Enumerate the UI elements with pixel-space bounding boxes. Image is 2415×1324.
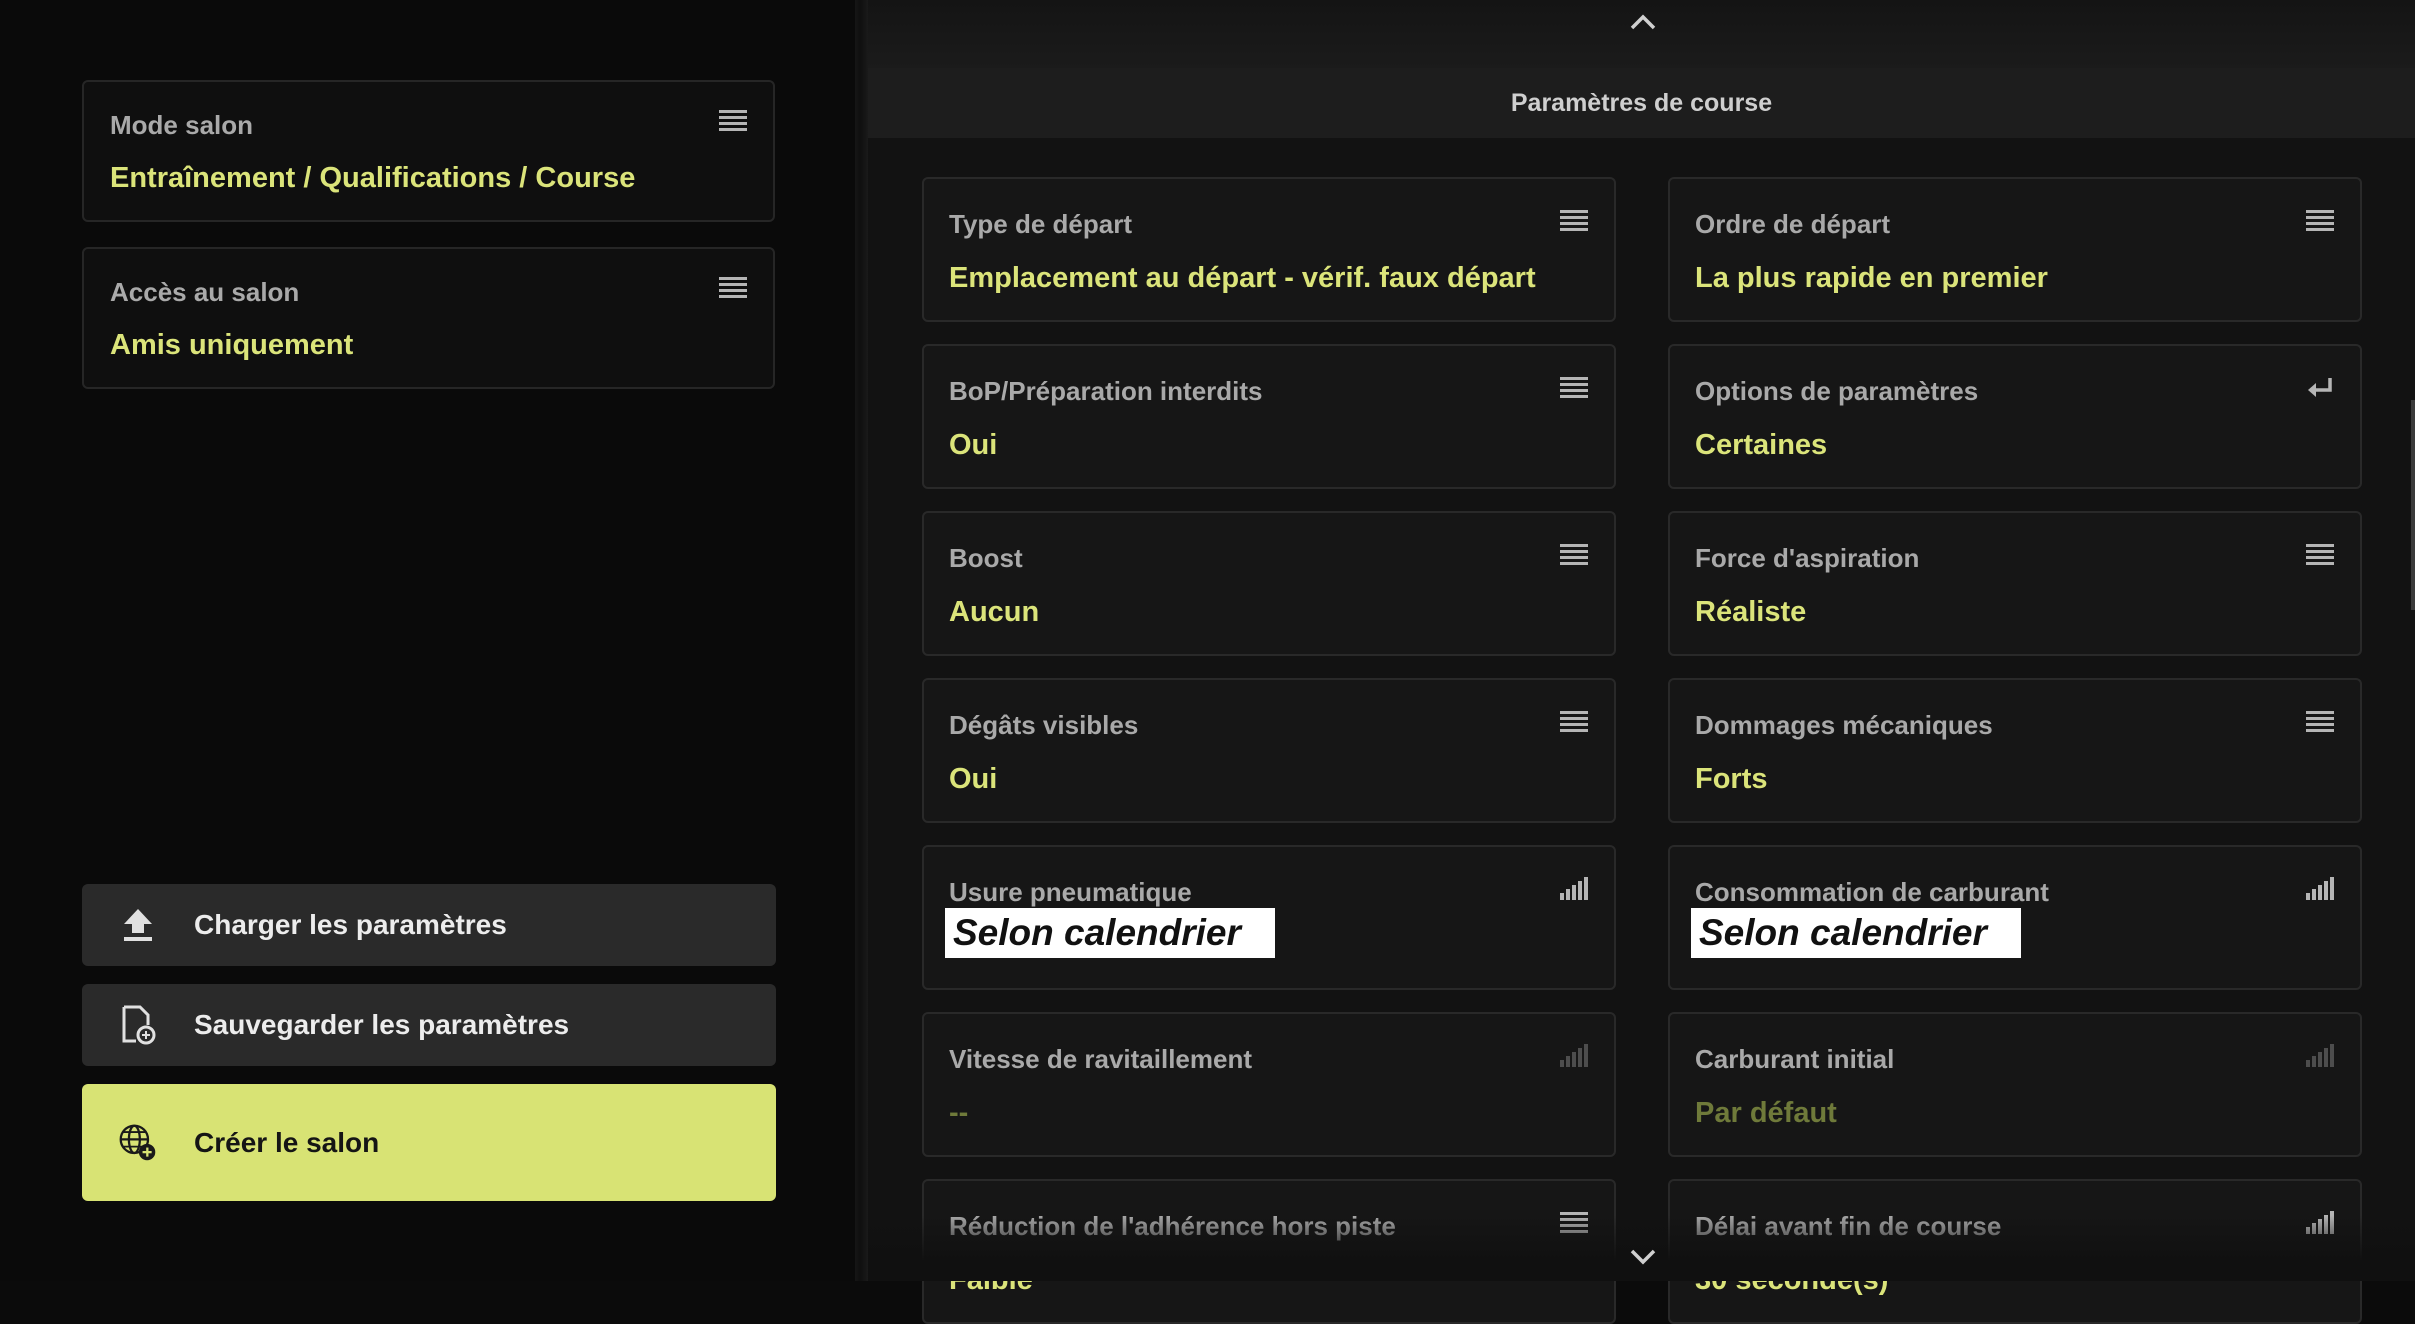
setting-label: Carburant initial [1695,1044,1895,1074]
upload-icon [118,905,158,945]
setting-value: La plus rapide en premier [1695,262,2048,294]
card-value: Amis uniquement [110,329,354,361]
setting-card[interactable]: Dommages mécaniques Forts [1668,678,2362,823]
level-bars-icon [1560,1044,1588,1067]
setting-value: Oui [949,763,998,795]
button-label: Charger les paramètres [194,909,507,940]
setting-label: Ordre de départ [1695,209,1891,239]
setting-card[interactable]: Dégâts visibles Oui [922,678,1616,823]
list-icon [1560,544,1588,565]
setting-value: Selon calendrier [1691,908,2021,958]
setting-label: Vitesse de ravitaillement [949,1044,1253,1074]
setting-label: Boost [949,543,1023,573]
setting-label: Dégâts visibles [949,710,1139,740]
load-settings-button[interactable]: Charger les paramètres [82,884,776,966]
setting-value: Emplacement au départ - vérif. faux dépa… [949,262,1536,294]
bottom-fade [868,1215,2415,1281]
setting-card[interactable]: Force d'aspiration Réaliste [1668,511,2362,656]
setting-value: Oui [949,429,998,461]
mode-salon-card[interactable]: Mode salon Entraînement / Qualifications… [82,80,775,222]
setting-label: Usure pneumatique [949,877,1192,907]
card-label: Mode salon [110,110,254,140]
setting-value: Forts [1695,763,1768,795]
level-bars-icon [2306,877,2334,900]
card-label: Accès au salon [110,277,300,307]
scrollbar[interactable] [2411,400,2415,610]
setting-value: -- [949,1097,969,1129]
setting-value: Par défaut [1695,1097,1837,1129]
setting-label: Dommages mécaniques [1695,710,1993,740]
save-settings-button[interactable]: Sauvegarder les paramètres [82,984,776,1066]
setting-card[interactable]: Carburant initial Par défaut [1668,1012,2362,1157]
setting-card[interactable]: Type de départ Emplacement au départ - vé… [922,177,1616,322]
chevron-down-icon[interactable] [1628,1247,1658,1267]
save-file-icon [118,1005,158,1045]
setting-label: BoP/Préparation interdits [949,376,1263,406]
acces-salon-card[interactable]: Accès au salon Amis uniquement [82,247,775,389]
right-panel: Paramètres de course Type de départ Empla… [868,0,2415,1324]
globe-add-icon [118,1123,158,1163]
section-header: Paramètres de course [868,68,2415,138]
list-icon [1560,377,1588,398]
setting-card[interactable]: Options de paramètres Certaines [1668,344,2362,489]
button-label: Sauvegarder les paramètres [194,1009,570,1040]
setting-card[interactable]: Consommation de carburant Selon calendrie… [1668,845,2362,990]
card-value: Entraînement / Qualifications / Course [110,162,636,194]
panel-divider [855,0,868,1281]
setting-label: Options de paramètres [1695,376,1979,406]
list-icon [2306,210,2334,231]
list-icon [1560,711,1588,732]
setting-card[interactable]: BoP/Préparation interdits Oui [922,344,1616,489]
setting-value: Aucun [949,596,1040,628]
left-panel: Mode salon Entraînement / Qualifications… [0,0,855,1281]
setting-card[interactable]: Usure pneumatique Selon calendrier [922,845,1616,990]
setting-value: Réaliste [1695,596,1807,628]
section-title: Paramètres de course [1510,88,1773,117]
setting-value: Selon calendrier [945,908,1275,958]
setting-label: Consommation de carburant [1695,877,2049,907]
setting-card[interactable]: Vitesse de ravitaillement -- [922,1012,1616,1157]
list-icon [1560,210,1588,231]
list-icon [2306,711,2334,732]
create-salon-button[interactable]: Créer le salon [82,1084,776,1201]
level-bars-icon [1560,877,1588,900]
setting-label: Type de départ [949,209,1133,239]
list-icon [2306,544,2334,565]
chevron-up-icon[interactable] [1628,12,1658,32]
setting-card[interactable]: Boost Aucun [922,511,1616,656]
button-label: Créer le salon [194,1126,380,1158]
level-bars-icon [2306,1044,2334,1067]
top-scroll-bar [868,0,2415,68]
list-icon [719,110,747,131]
setting-value: Certaines [1695,429,1828,461]
enter-icon [2308,378,2332,397]
setting-card[interactable]: Ordre de départ La plus rapide en premier [1668,177,2362,322]
setting-label: Force d'aspiration [1695,543,1920,573]
list-icon [719,277,747,298]
